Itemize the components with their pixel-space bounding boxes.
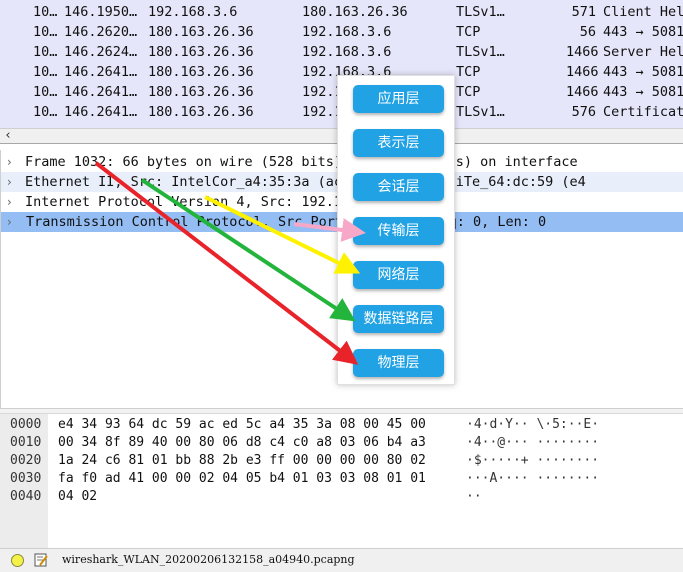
packet-no: 10… <box>33 44 58 60</box>
packet-no: 10… <box>33 64 58 80</box>
application-layer-button[interactable]: 应用层 <box>353 85 444 113</box>
hex-row[interactable]: 0040 04 02 ·· <box>0 488 683 506</box>
packet-source: 180.163.26.36 <box>148 24 254 40</box>
expand-arrow-icon[interactable]: › <box>7 212 12 232</box>
packet-time: 146.2641… <box>64 64 138 80</box>
detail-text: Ethernet II, Src: IntelCor_a4:35:3a (ac … <box>25 174 586 190</box>
packet-time: 146.2641… <box>64 84 138 100</box>
osi-layers-panel: 应用层 表示层 会话层 传输层 网络层 数据链路层 物理层 <box>337 75 455 385</box>
packet-destination: 192.168.3.6 <box>302 44 392 60</box>
hex-row[interactable]: 0000 e4 34 93 64 dc 59 ac ed 5c a4 35 3a… <box>0 416 683 434</box>
hex-offset: 0030 <box>10 471 42 486</box>
hex-offset: 0020 <box>10 453 42 468</box>
packet-length: 571 <box>571 4 596 20</box>
packet-no: 10… <box>33 84 58 100</box>
packet-info: Certificat <box>603 104 683 120</box>
packet-info: 443 → 5081 <box>603 24 683 40</box>
hex-offset: 0010 <box>10 435 42 450</box>
hex-ascii[interactable]: ·$·····+ ········ <box>466 452 599 470</box>
packet-length: 576 <box>571 104 596 120</box>
hex-row[interactable]: 0030 fa f0 ad 41 00 00 02 04 05 b4 01 03… <box>0 470 683 488</box>
hex-bytes[interactable]: 1a 24 c6 81 01 bb 88 2b e3 ff 00 00 00 0… <box>58 452 426 470</box>
packet-info: Client Hel <box>603 4 683 20</box>
expand-arrow-icon[interactable]: › <box>7 152 12 172</box>
hex-row[interactable]: 0010 00 34 8f 89 40 00 80 06 d8 c4 c0 a8… <box>0 434 683 452</box>
packet-time: 146.2620… <box>64 24 138 40</box>
hex-ascii[interactable]: ·· <box>466 488 482 506</box>
packet-protocol: TCP <box>456 24 481 40</box>
packet-bytes-pane[interactable]: 0000 e4 34 93 64 dc 59 ac ed 5c a4 35 3a… <box>0 414 683 548</box>
hex-offset: 0000 <box>10 417 42 432</box>
hex-ascii[interactable]: ···A···· ········ <box>466 470 599 488</box>
packet-source: 180.163.26.36 <box>148 84 254 100</box>
hex-offset: 0040 <box>10 489 42 504</box>
packet-destination: 192.168.3.6 <box>302 24 392 40</box>
packet-source: 192.168.3.6 <box>148 4 238 20</box>
packet-protocol: TLSv1… <box>456 4 505 20</box>
packet-no: 10… <box>33 4 58 20</box>
packet-time: 146.2641… <box>64 104 138 120</box>
packet-time: 146.2624… <box>64 44 138 60</box>
presentation-layer-button[interactable]: 表示层 <box>353 129 444 157</box>
hex-row[interactable]: 0020 1a 24 c6 81 01 bb 88 2b e3 ff 00 00… <box>0 452 683 470</box>
expand-arrow-icon[interactable]: › <box>7 172 12 192</box>
status-led-icon[interactable] <box>11 554 24 567</box>
physical-layer-button[interactable]: 物理层 <box>353 349 444 377</box>
packet-no: 10… <box>33 104 58 120</box>
packet-protocol: TCP <box>456 84 481 100</box>
hex-bytes[interactable]: 00 34 8f 89 40 00 80 06 d8 c4 c0 a8 03 0… <box>58 434 426 452</box>
hex-ascii[interactable]: ·4··@··· ········ <box>466 434 599 452</box>
packet-protocol: TLSv1… <box>456 104 505 120</box>
data-link-layer-button[interactable]: 数据链路层 <box>353 305 444 333</box>
packet-row[interactable]: 10… 146.1950… 192.168.3.6 180.163.26.36 … <box>0 2 683 22</box>
status-bar: wireshark_WLAN_20200206132158_a04940.pca… <box>0 548 683 572</box>
packet-info: 443 → 5081 <box>603 84 683 100</box>
packet-row[interactable]: 10… 146.2624… 180.163.26.36 192.168.3.6 … <box>0 42 683 62</box>
hex-bytes[interactable]: fa f0 ad 41 00 00 02 04 05 b4 01 03 03 0… <box>58 470 426 488</box>
packet-time: 146.1950… <box>64 4 138 20</box>
packet-length: 1466 <box>566 64 599 80</box>
packet-row[interactable]: 10… 146.2620… 180.163.26.36 192.168.3.6 … <box>0 22 683 42</box>
packet-length: 1466 <box>566 44 599 60</box>
detail-text: Transmission Control Protocol, Src Port … <box>26 214 547 230</box>
network-layer-button[interactable]: 网络层 <box>353 261 444 289</box>
scroll-left-icon[interactable]: ‹ <box>2 129 14 143</box>
packet-info: 443 → 5081 <box>603 64 683 80</box>
session-layer-button[interactable]: 会话层 <box>353 173 444 201</box>
packet-info: Server Hel <box>603 44 683 60</box>
packet-no: 10… <box>33 24 58 40</box>
packet-source: 180.163.26.36 <box>148 64 254 80</box>
packet-source: 180.163.26.36 <box>148 104 254 120</box>
packet-source: 180.163.26.36 <box>148 44 254 60</box>
packet-protocol: TLSv1… <box>456 44 505 60</box>
edit-note-icon[interactable] <box>33 552 49 568</box>
transport-layer-button[interactable]: 传输层 <box>353 217 444 245</box>
packet-protocol: TCP <box>456 64 481 80</box>
expand-arrow-icon[interactable]: › <box>7 192 12 212</box>
packet-length: 56 <box>579 24 596 40</box>
packet-destination: 180.163.26.36 <box>302 4 408 20</box>
packet-length: 1466 <box>566 84 599 100</box>
hex-bytes[interactable]: e4 34 93 64 dc 59 ac ed 5c a4 35 3a 08 0… <box>58 416 426 434</box>
hex-bytes[interactable]: 04 02 <box>58 488 97 506</box>
capture-file-name: wireshark_WLAN_20200206132158_a04940.pca… <box>62 553 355 566</box>
hex-ascii[interactable]: ·4·d·Y·· \·5:··E· <box>466 416 599 434</box>
detail-text: Frame 1032: 66 bytes on wire (528 bits) … <box>25 154 578 170</box>
